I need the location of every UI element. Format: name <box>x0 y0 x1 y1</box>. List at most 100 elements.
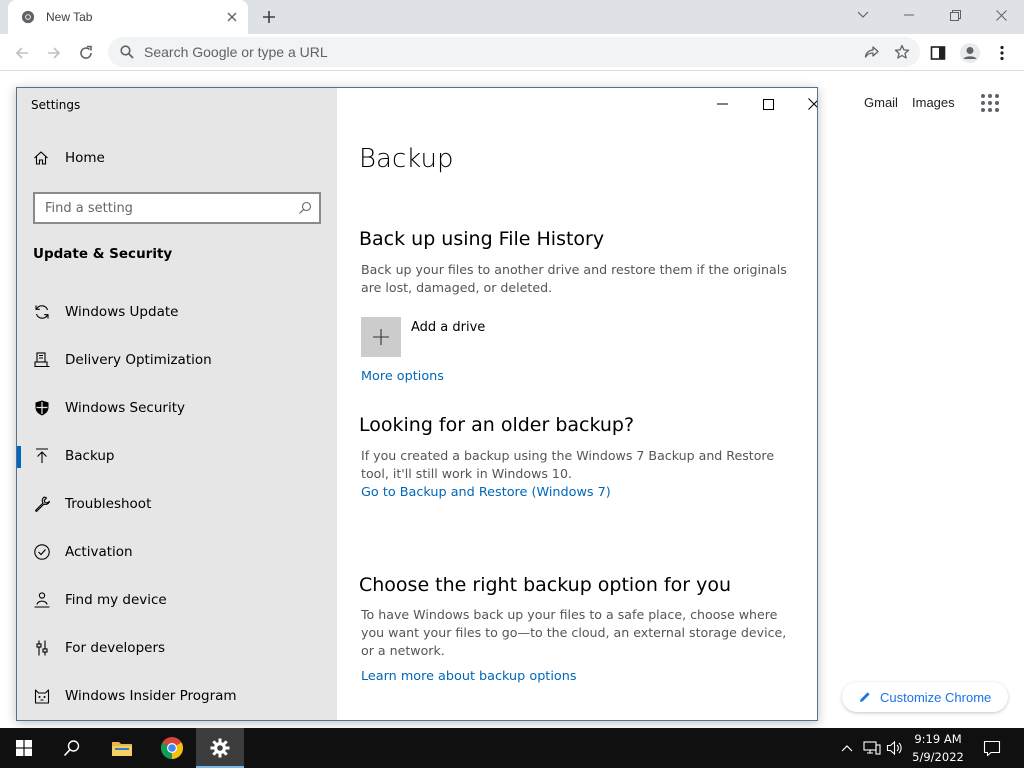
add-drive-label: Add a drive <box>411 320 486 335</box>
reload-icon[interactable] <box>72 39 100 67</box>
browser-tab[interactable]: New Tab <box>8 0 248 34</box>
cat-icon <box>33 687 51 705</box>
omnibox[interactable] <box>108 37 920 67</box>
bookmark-star-icon[interactable] <box>890 40 914 64</box>
images-link[interactable]: Images <box>912 95 955 110</box>
sidebar-item-home[interactable]: Home <box>33 150 105 166</box>
page-title: Backup <box>359 144 454 174</box>
developer-sliders-icon <box>33 639 51 657</box>
settings-maximize-button[interactable] <box>745 88 791 120</box>
folder-icon <box>111 739 133 757</box>
more-options-link[interactable]: More options <box>361 369 444 384</box>
sidebar-item-label: Backup <box>65 448 115 464</box>
customize-chrome-label: Customize Chrome <box>880 689 992 705</box>
older-backup-description: If you created a backup using the Window… <box>361 448 775 481</box>
settings-window: Settings Home Update & Security Windows … <box>16 87 818 721</box>
menu-kebab-icon[interactable] <box>988 39 1016 67</box>
section-heading: Update & Security <box>33 246 173 262</box>
sidebar-item-delivery-optimization[interactable]: Delivery Optimization <box>17 336 337 384</box>
sidebar-item-find-my-device[interactable]: Find my device <box>17 576 337 624</box>
upload-arrow-icon <box>33 447 51 465</box>
new-tab-button[interactable] <box>258 6 280 28</box>
clock-time: 9:19 AM <box>914 732 962 746</box>
sidebar-item-label: Windows Insider Program <box>65 688 237 704</box>
wrench-icon <box>33 495 51 513</box>
find-setting-search[interactable] <box>33 192 321 224</box>
learn-more-backup-link[interactable]: Learn more about backup options <box>361 669 577 684</box>
home-icon <box>33 150 49 166</box>
browser-close-button[interactable] <box>978 0 1024 30</box>
taskbar-settings[interactable] <box>196 728 244 768</box>
shield-icon <box>33 399 51 417</box>
sidebar-item-label: Windows Security <box>65 400 185 416</box>
tab-close-icon[interactable] <box>222 7 242 27</box>
sidebar-item-backup[interactable]: Backup <box>17 432 337 480</box>
gmail-link[interactable]: Gmail <box>864 95 898 110</box>
backup-restore-windows7-link[interactable]: Go to Backup and Restore (Windows 7) <box>361 485 611 500</box>
share-icon[interactable] <box>860 40 884 64</box>
settings-minimize-button[interactable] <box>699 88 745 120</box>
add-drive-button[interactable]: Add a drive <box>361 317 485 357</box>
search-icon <box>120 45 134 59</box>
browser-minimize-button[interactable] <box>886 0 932 30</box>
sidebar-item-windows-update[interactable]: Windows Update <box>17 288 337 336</box>
sidebar-item-troubleshoot[interactable]: Troubleshoot <box>17 480 337 528</box>
start-button[interactable] <box>0 728 48 768</box>
home-label: Home <box>65 150 105 166</box>
browser-restore-button[interactable] <box>932 0 978 30</box>
forward-arrow-icon[interactable] <box>40 39 68 67</box>
taskbar-search-button[interactable] <box>48 728 96 768</box>
google-apps-grid-icon[interactable] <box>978 91 1002 115</box>
sidebar-item-windows-insider-program[interactable]: Windows Insider Program <box>17 672 337 720</box>
search-icon <box>63 739 81 757</box>
side-panel-icon[interactable] <box>924 39 952 67</box>
network-icon[interactable] <box>860 728 884 768</box>
tray-chevron-up-icon[interactable] <box>838 728 856 768</box>
sidebar-item-windows-security[interactable]: Windows Security <box>17 384 337 432</box>
find-setting-input[interactable] <box>45 200 291 216</box>
back-arrow-icon[interactable] <box>8 39 36 67</box>
choose-backup-heading: Choose the right backup option for you <box>359 574 731 596</box>
settings-window-title: Settings <box>31 98 81 112</box>
tab-title: New Tab <box>46 10 93 24</box>
settings-close-button[interactable] <box>791 88 817 120</box>
sync-icon <box>33 303 51 321</box>
taskbar-clock[interactable]: 9:19 AM 5/9/2022 <box>906 730 970 766</box>
sidebar-item-activation[interactable]: Activation <box>17 528 337 576</box>
windows-logo-icon <box>16 740 32 756</box>
action-center-icon[interactable] <box>978 728 1006 768</box>
settings-sidebar: Settings Home Update & Security Windows … <box>17 88 337 720</box>
profile-avatar-icon[interactable] <box>956 39 984 67</box>
taskbar-file-explorer[interactable] <box>98 728 146 768</box>
settings-content: Backup Back up using File History Back u… <box>337 88 817 720</box>
volume-icon[interactable] <box>884 728 906 768</box>
person-locate-icon <box>33 591 51 609</box>
omnibox-input[interactable] <box>144 44 860 60</box>
sidebar-item-label: Find my device <box>65 592 167 608</box>
search-icon[interactable] <box>291 201 319 215</box>
pencil-icon <box>858 690 872 704</box>
gear-icon <box>210 738 230 758</box>
file-history-description: Back up your files to another drive and … <box>361 262 787 295</box>
older-backup-heading: Looking for an older backup? <box>359 414 635 436</box>
sidebar-item-label: Activation <box>65 544 133 560</box>
taskbar: 9:19 AM 5/9/2022 <box>0 728 1024 768</box>
chrome-icon <box>160 736 184 760</box>
settings-nav-list: Windows Update Delivery Optimization Win… <box>17 288 337 720</box>
clock-date: 5/9/2022 <box>912 750 964 764</box>
tab-search-chevron-icon[interactable] <box>840 0 886 30</box>
browser-toolbar <box>0 34 1024 71</box>
plus-icon <box>361 317 401 357</box>
sidebar-item-label: Troubleshoot <box>65 496 152 512</box>
choose-backup-description: To have Windows back up your files to a … <box>361 607 787 658</box>
delivery-icon <box>33 351 51 369</box>
sidebar-item-label: Windows Update <box>65 304 179 320</box>
taskbar-chrome[interactable] <box>148 728 196 768</box>
chrome-favicon-icon <box>20 9 36 25</box>
browser-tab-strip: New Tab <box>0 0 1024 34</box>
sidebar-item-for-developers[interactable]: For developers <box>17 624 337 672</box>
sidebar-item-label: For developers <box>65 640 166 656</box>
sidebar-item-label: Delivery Optimization <box>65 352 212 368</box>
customize-chrome-button[interactable]: Customize Chrome <box>842 682 1008 712</box>
file-history-heading: Back up using File History <box>359 228 605 250</box>
